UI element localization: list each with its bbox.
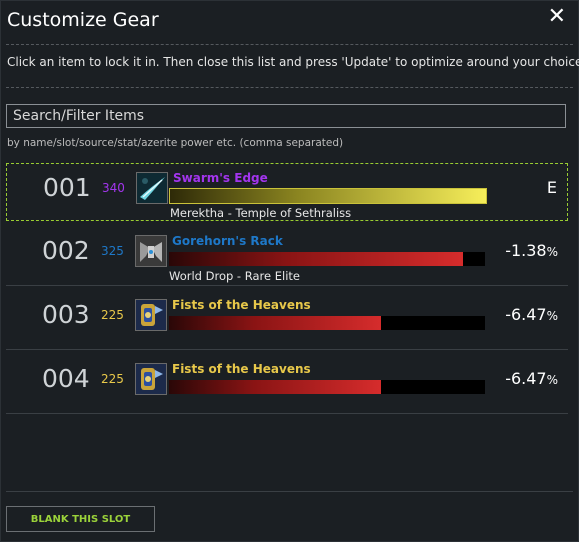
score-bar: [169, 252, 485, 266]
score-bar-fill: [169, 252, 463, 266]
dialog-title: Customize Gear: [7, 9, 159, 31]
dps-delta-unit: %: [546, 309, 558, 323]
dps-delta-value: -6.47: [505, 305, 547, 324]
dps-delta: -6.47%: [505, 305, 558, 324]
dps-delta: E: [547, 178, 557, 197]
search-hint: by name/slot/source/stat/azerite power e…: [7, 137, 344, 149]
item-name: Swarm's Edge: [173, 171, 268, 185]
item-source: World Drop - Rare Elite: [169, 269, 300, 283]
gear-item-row[interactable]: 001 340 Swarm's Edge Merektha - Temple of S…: [6, 163, 568, 221]
header-divider: [6, 44, 573, 45]
blank-slot-button[interactable]: BLANK THIS SLOT: [6, 506, 155, 532]
item-rank: 003: [42, 300, 90, 329]
item-rank: 001: [43, 173, 91, 202]
gear-item-row[interactable]: 002 325 Gorehorn's Rack World Drop - Rare E…: [6, 227, 568, 286]
dps-delta: -6.47%: [505, 369, 558, 388]
item-rank: 004: [42, 364, 90, 393]
row-divider: [6, 413, 568, 414]
item-name: Gorehorn's Rack: [172, 234, 283, 248]
score-bar: [169, 316, 485, 330]
instructions-divider: [6, 87, 573, 88]
customize-gear-dialog: Customize Gear ✕ Click an item to lock i…: [0, 0, 579, 542]
close-icon[interactable]: ✕: [548, 3, 566, 31]
score-bar-fill: [169, 316, 381, 330]
item-level: 325: [101, 244, 124, 258]
dps-delta-unit: %: [546, 245, 558, 259]
instructions-text: Click an item to lock it in. Then close …: [7, 55, 579, 69]
score-bar-fill: [169, 188, 487, 204]
fist-weapon-icon: [135, 299, 167, 331]
gear-item-row[interactable]: 003 225 Fists of the Heavens -6.47%: [6, 291, 568, 350]
footer-divider: [6, 491, 573, 492]
item-name: Fists of the Heavens: [172, 298, 311, 312]
blade-icon: [136, 172, 168, 204]
dps-delta-value: E: [546, 178, 557, 197]
dps-delta-value: -1.38: [505, 241, 547, 260]
row-divider: [6, 285, 568, 286]
fist-weapon-icon: [135, 363, 167, 395]
score-bar-fill: [169, 380, 381, 394]
item-name: Fists of the Heavens: [172, 362, 311, 376]
dps-delta-value: -6.47: [505, 369, 547, 388]
dps-delta: -1.38%: [505, 241, 558, 260]
dps-delta-unit: %: [546, 373, 558, 387]
score-bar: [169, 188, 487, 204]
search-input[interactable]: [6, 104, 566, 128]
gear-item-row[interactable]: 004 225 Fists of the Heavens -6.47%: [6, 355, 568, 414]
item-rank: 002: [42, 236, 90, 265]
row-divider: [6, 349, 568, 350]
horn-icon: [135, 235, 167, 267]
item-source: Merektha - Temple of Sethraliss: [170, 206, 352, 220]
item-level: 340: [102, 181, 125, 195]
item-level: 225: [101, 372, 124, 386]
item-level: 225: [101, 308, 124, 322]
score-bar: [169, 380, 485, 394]
